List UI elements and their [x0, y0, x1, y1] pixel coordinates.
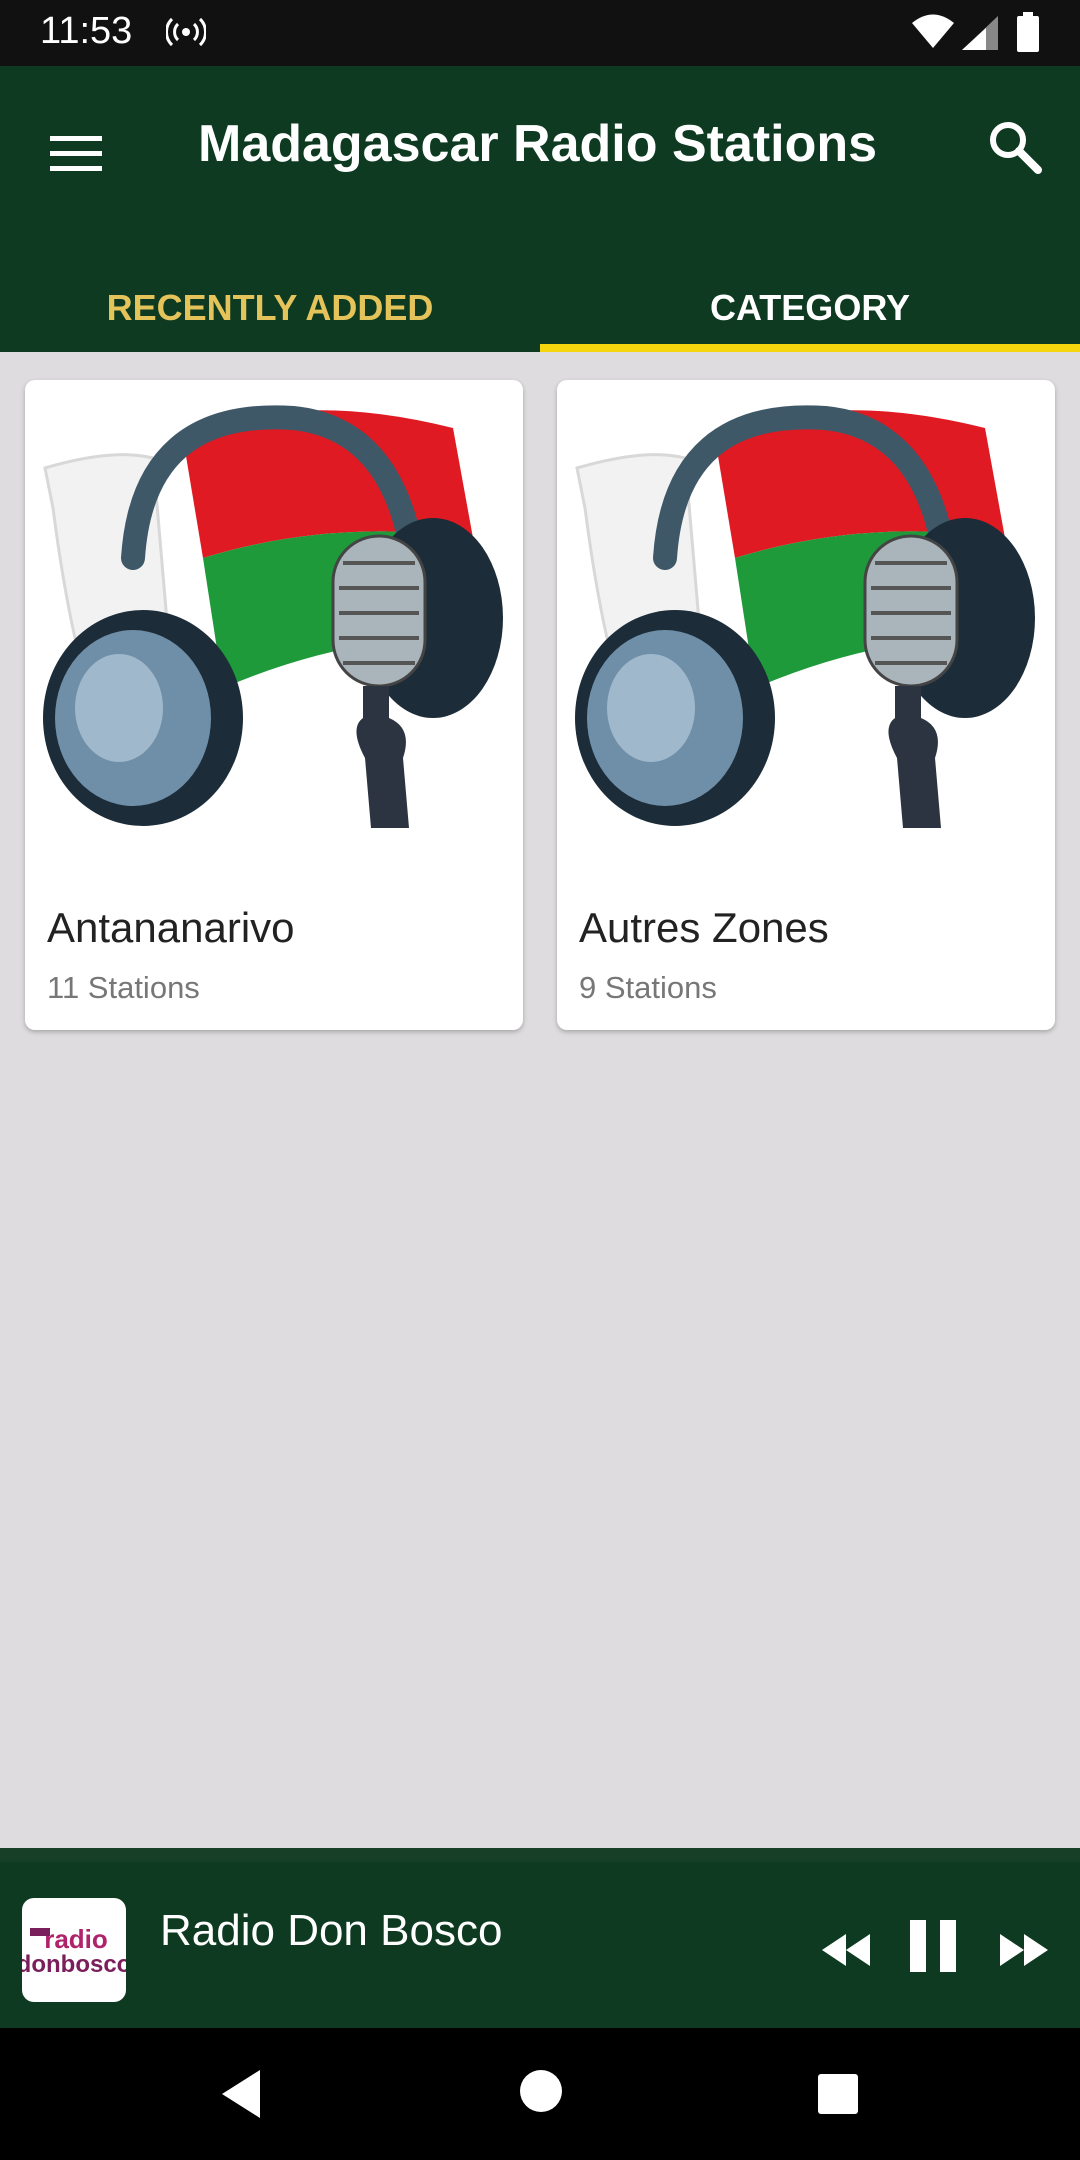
mini-player[interactable]: radio donbosco Radio Don Bosco — [0, 1848, 1080, 2028]
home-icon[interactable] — [518, 2068, 564, 2114]
headphones-microphone-flag-icon — [575, 405, 1035, 828]
player-divider — [0, 1848, 1080, 1862]
radio-don-bosco-logo: radio donbosco — [22, 1924, 126, 1978]
station-count: 11 Stations — [47, 970, 200, 1005]
category-name: Autres Zones — [579, 904, 829, 951]
category-card-autres-zones[interactable]: Autres Zones 9 Stations — [557, 380, 1055, 1030]
pause-icon[interactable] — [906, 1918, 960, 1974]
battery-icon — [1017, 12, 1039, 52]
now-playing-station: Radio Don Bosco — [160, 1906, 503, 1955]
tab-bar: RECENTLY ADDED CATEGORY — [0, 286, 1080, 352]
wifi-icon — [912, 14, 954, 48]
station-count: 9 Stations — [579, 970, 717, 1005]
fast-forward-icon[interactable] — [996, 1930, 1052, 1970]
cell-signal-icon — [962, 16, 998, 50]
station-logo: radio donbosco — [22, 1898, 126, 2002]
page-title: Madagascar Radio Stations — [198, 115, 878, 173]
tab-recently-added[interactable]: RECENTLY ADDED — [0, 286, 540, 352]
back-icon[interactable] — [218, 2068, 264, 2120]
system-nav-bar — [0, 2028, 1080, 2160]
search-icon[interactable] — [984, 116, 1044, 176]
hamburger-menu-icon[interactable] — [46, 124, 106, 184]
app-bar: Madagascar Radio Stations RECENTLY ADDED… — [0, 66, 1080, 352]
svg-text:radio: radio — [44, 1924, 108, 1954]
svg-text:donbosco: donbosco — [22, 1951, 126, 1978]
rewind-icon[interactable] — [818, 1930, 874, 1970]
tab-active-indicator — [540, 344, 1080, 352]
recents-icon[interactable] — [816, 2072, 860, 2116]
category-name: Antananarivo — [47, 904, 295, 951]
headphones-microphone-flag-icon — [43, 405, 503, 828]
radio-broadcast-icon — [166, 17, 206, 47]
status-bar: 11:53 — [0, 0, 1080, 66]
tab-category[interactable]: CATEGORY — [540, 286, 1080, 352]
category-card-antananarivo[interactable]: Antananarivo 11 Stations — [25, 380, 523, 1030]
status-time: 11:53 — [40, 10, 133, 52]
